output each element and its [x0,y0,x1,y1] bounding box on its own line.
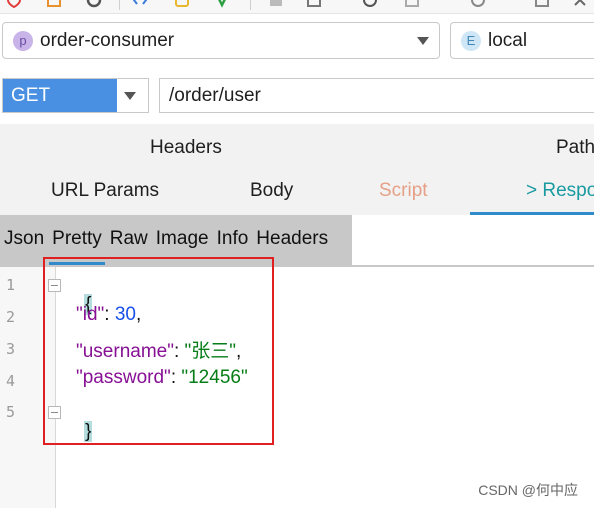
toolbar-divider [250,0,251,10]
stop-icon[interactable] [268,0,284,8]
note-icon[interactable] [174,0,190,8]
code-icon[interactable] [132,0,148,8]
line-number: 5 [6,403,16,421]
refresh-icon[interactable] [86,0,102,8]
env-select[interactable]: E local [450,22,594,59]
tab-url-params[interactable]: URL Params [51,180,159,202]
tab-script[interactable]: Script [379,180,428,202]
highlight-annotation-box [43,257,274,445]
close-icon[interactable] [572,0,588,8]
env-badge-icon: E [461,30,481,51]
tab-headers[interactable]: Headers [150,137,222,159]
url-field[interactable] [159,78,594,113]
tab-path[interactable]: Path [556,137,594,159]
watermark: CSDN @何中应 [478,482,578,498]
tool-icon[interactable] [470,0,486,8]
line-number: 1 [6,276,16,294]
chevron-down-icon[interactable] [417,37,429,45]
method-select[interactable]: GET [2,78,149,113]
toolbar-divider [119,0,120,10]
line-number: 3 [6,340,16,358]
url-input[interactable] [160,79,580,112]
folder-icon[interactable] [46,0,62,8]
method-value[interactable]: GET [3,79,117,112]
line-number: 4 [6,372,16,390]
tab-body[interactable]: Body [250,180,293,202]
env-select-value: local [488,29,528,51]
shield-icon[interactable] [6,0,22,8]
settings-icon[interactable] [534,0,550,8]
save-icon[interactable] [306,0,322,8]
check-icon[interactable] [214,0,230,8]
chevron-down-icon[interactable] [124,92,136,100]
service-select-value: order-consumer [40,29,175,51]
tab-response[interactable]: > Respo [526,180,594,202]
subtab-json[interactable]: Json [0,215,48,265]
line-number: 2 [6,308,16,326]
clock-icon[interactable] [362,0,378,8]
top-toolbar [0,0,594,14]
service-badge-icon: P [13,30,33,51]
service-select[interactable]: P order-consumer [2,22,440,59]
menu-icon[interactable] [404,0,420,8]
